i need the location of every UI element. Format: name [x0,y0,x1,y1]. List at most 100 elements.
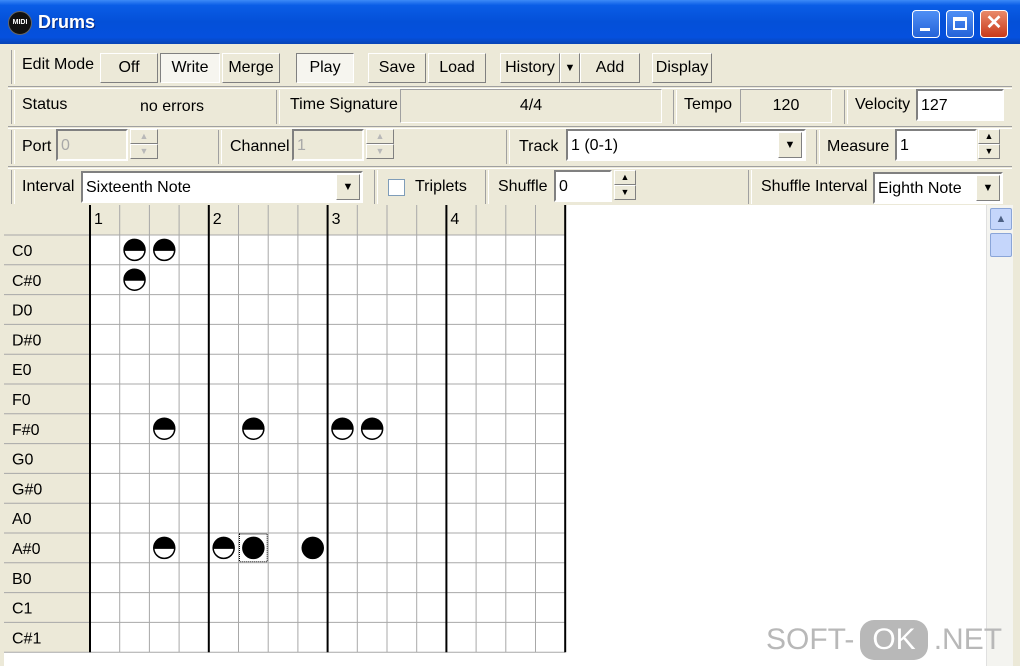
triplets-checkbox[interactable] [388,179,405,196]
scroll-thumb[interactable] [990,233,1012,257]
display-button[interactable]: Display [652,53,712,83]
divider [8,126,1012,129]
note-label: C#1 [12,630,41,647]
drum-hit-fill [153,418,175,429]
measure-spinner[interactable]: ▲ ▼ [978,129,1000,159]
measure-input[interactable]: 1 [895,129,977,161]
interval-select[interactable]: Sixteenth Note [81,171,363,203]
note-label: B0 [12,571,32,588]
drum-hit-fill [124,269,146,280]
drum-grid-area[interactable]: 1 2 3 4 C0 C#0 D0 D#0 E0 F0 F#0 G0 G#0 A0 A#0 B0 C1 C#1 [4,205,986,666]
history-dropdown-button[interactable]: ▼ [560,53,580,83]
maximize-icon [953,17,967,30]
spin-down-icon[interactable]: ▼ [130,144,158,159]
separator [816,130,820,164]
tempo-value: 120 [740,89,832,123]
note-label: C#0 [12,273,41,290]
drum-hit-fill [153,537,175,548]
separator [748,170,752,204]
shuffle-interval-value: Eighth Note [878,180,962,197]
edit-mode-write-button[interactable]: Write [160,53,220,83]
interval-dropdown-button[interactable]: ▼ [336,174,360,200]
note-label: F#0 [12,422,40,439]
drum-grid[interactable]: 1 2 3 4 C0 C#0 D0 D#0 E0 F0 F#0 G0 G#0 A0 A#0 B0 C1 C#1 [4,205,986,666]
tempo-label: Tempo [684,96,733,113]
drum-hit-fill [124,239,146,250]
separator [374,170,378,204]
minimize-button[interactable] [912,10,940,38]
dropdown-arrow-icon: ▼ [784,139,796,151]
separator [485,170,489,204]
separator [11,170,15,204]
drum-hit-fill [153,239,175,250]
watermark-ok: OK [860,620,928,660]
save-button[interactable]: Save [368,53,426,83]
midi-app-icon[interactable]: MIDI [8,11,32,35]
separator [11,130,15,164]
measure-label: Measure [827,138,890,155]
separator [506,130,510,164]
note-label: D#0 [12,332,41,349]
drum-hit-fill [242,537,264,559]
beat-number: 3 [332,211,341,228]
vertical-scrollbar[interactable]: ▲ [986,205,1013,666]
close-button[interactable]: ✕ [980,10,1008,38]
time-signature-label: Time Signature [290,96,398,113]
track-select[interactable]: 1 (0-1) [566,129,806,161]
separator [218,130,222,164]
beat-number: 1 [94,211,103,228]
separator [844,90,848,124]
play-button[interactable]: Play [296,53,354,83]
channel-spinner[interactable]: ▲ ▼ [366,129,394,159]
edit-mode-label: Edit Mode [22,56,95,73]
interval-value: Sixteenth Note [86,179,191,196]
maximize-button[interactable] [946,10,974,38]
triplets-label[interactable]: Triplets [415,177,467,197]
note-label: C1 [12,601,33,618]
minimize-icon [920,28,930,31]
track-dropdown-button[interactable]: ▼ [778,132,802,158]
spin-up-icon[interactable]: ▲ [366,129,394,144]
spin-down-icon[interactable]: ▼ [978,144,1000,159]
close-icon: ✕ [985,12,1003,34]
note-label: F0 [12,392,31,409]
window-title: Drums [38,12,96,32]
shuffle-interval-dropdown-button[interactable]: ▼ [976,175,1000,201]
watermark-left: SOFT- [766,623,855,656]
scroll-up-arrow-icon: ▲ [995,213,1007,225]
track-label: Track [519,138,559,155]
status-value: no errors [140,98,205,115]
beat-number: 2 [213,211,222,228]
spin-down-icon[interactable]: ▼ [614,185,636,200]
port-input[interactable]: 0 [56,129,128,161]
dropdown-arrow-icon: ▼ [982,182,994,194]
add-button[interactable]: Add [580,53,640,83]
separator [11,50,15,84]
title-bar[interactable]: MIDI Drums ✕ [0,0,1020,44]
dropdown-arrow-icon: ▼ [342,181,354,193]
velocity-input[interactable]: 127 [916,89,1004,121]
note-label: G0 [12,452,33,469]
spin-up-icon[interactable]: ▲ [614,170,636,185]
shuffle-spinner[interactable]: ▲ ▼ [614,170,636,200]
separator [673,90,677,124]
history-button[interactable]: History [500,53,560,83]
spin-down-icon[interactable]: ▼ [366,144,394,159]
drum-hit-fill [331,418,353,429]
edit-mode-merge-button[interactable]: Merge [222,53,280,83]
scroll-up-button[interactable]: ▲ [990,208,1012,230]
spin-up-icon[interactable]: ▲ [130,129,158,144]
edit-mode-off-button[interactable]: Off [100,53,158,83]
port-spinner[interactable]: ▲ ▼ [130,129,158,159]
load-button[interactable]: Load [428,53,486,83]
status-label: Status [22,96,68,113]
beat-number: 4 [450,211,459,228]
track-value: 1 (0-1) [571,137,619,154]
spin-up-icon[interactable]: ▲ [978,129,1000,144]
watermark-right: .NET [933,623,1003,656]
interval-label: Interval [22,178,75,195]
channel-input[interactable]: 1 [292,129,364,161]
note-label: G#0 [12,481,42,498]
grid-header [4,205,566,235]
shuffle-input[interactable]: 0 [554,170,612,202]
